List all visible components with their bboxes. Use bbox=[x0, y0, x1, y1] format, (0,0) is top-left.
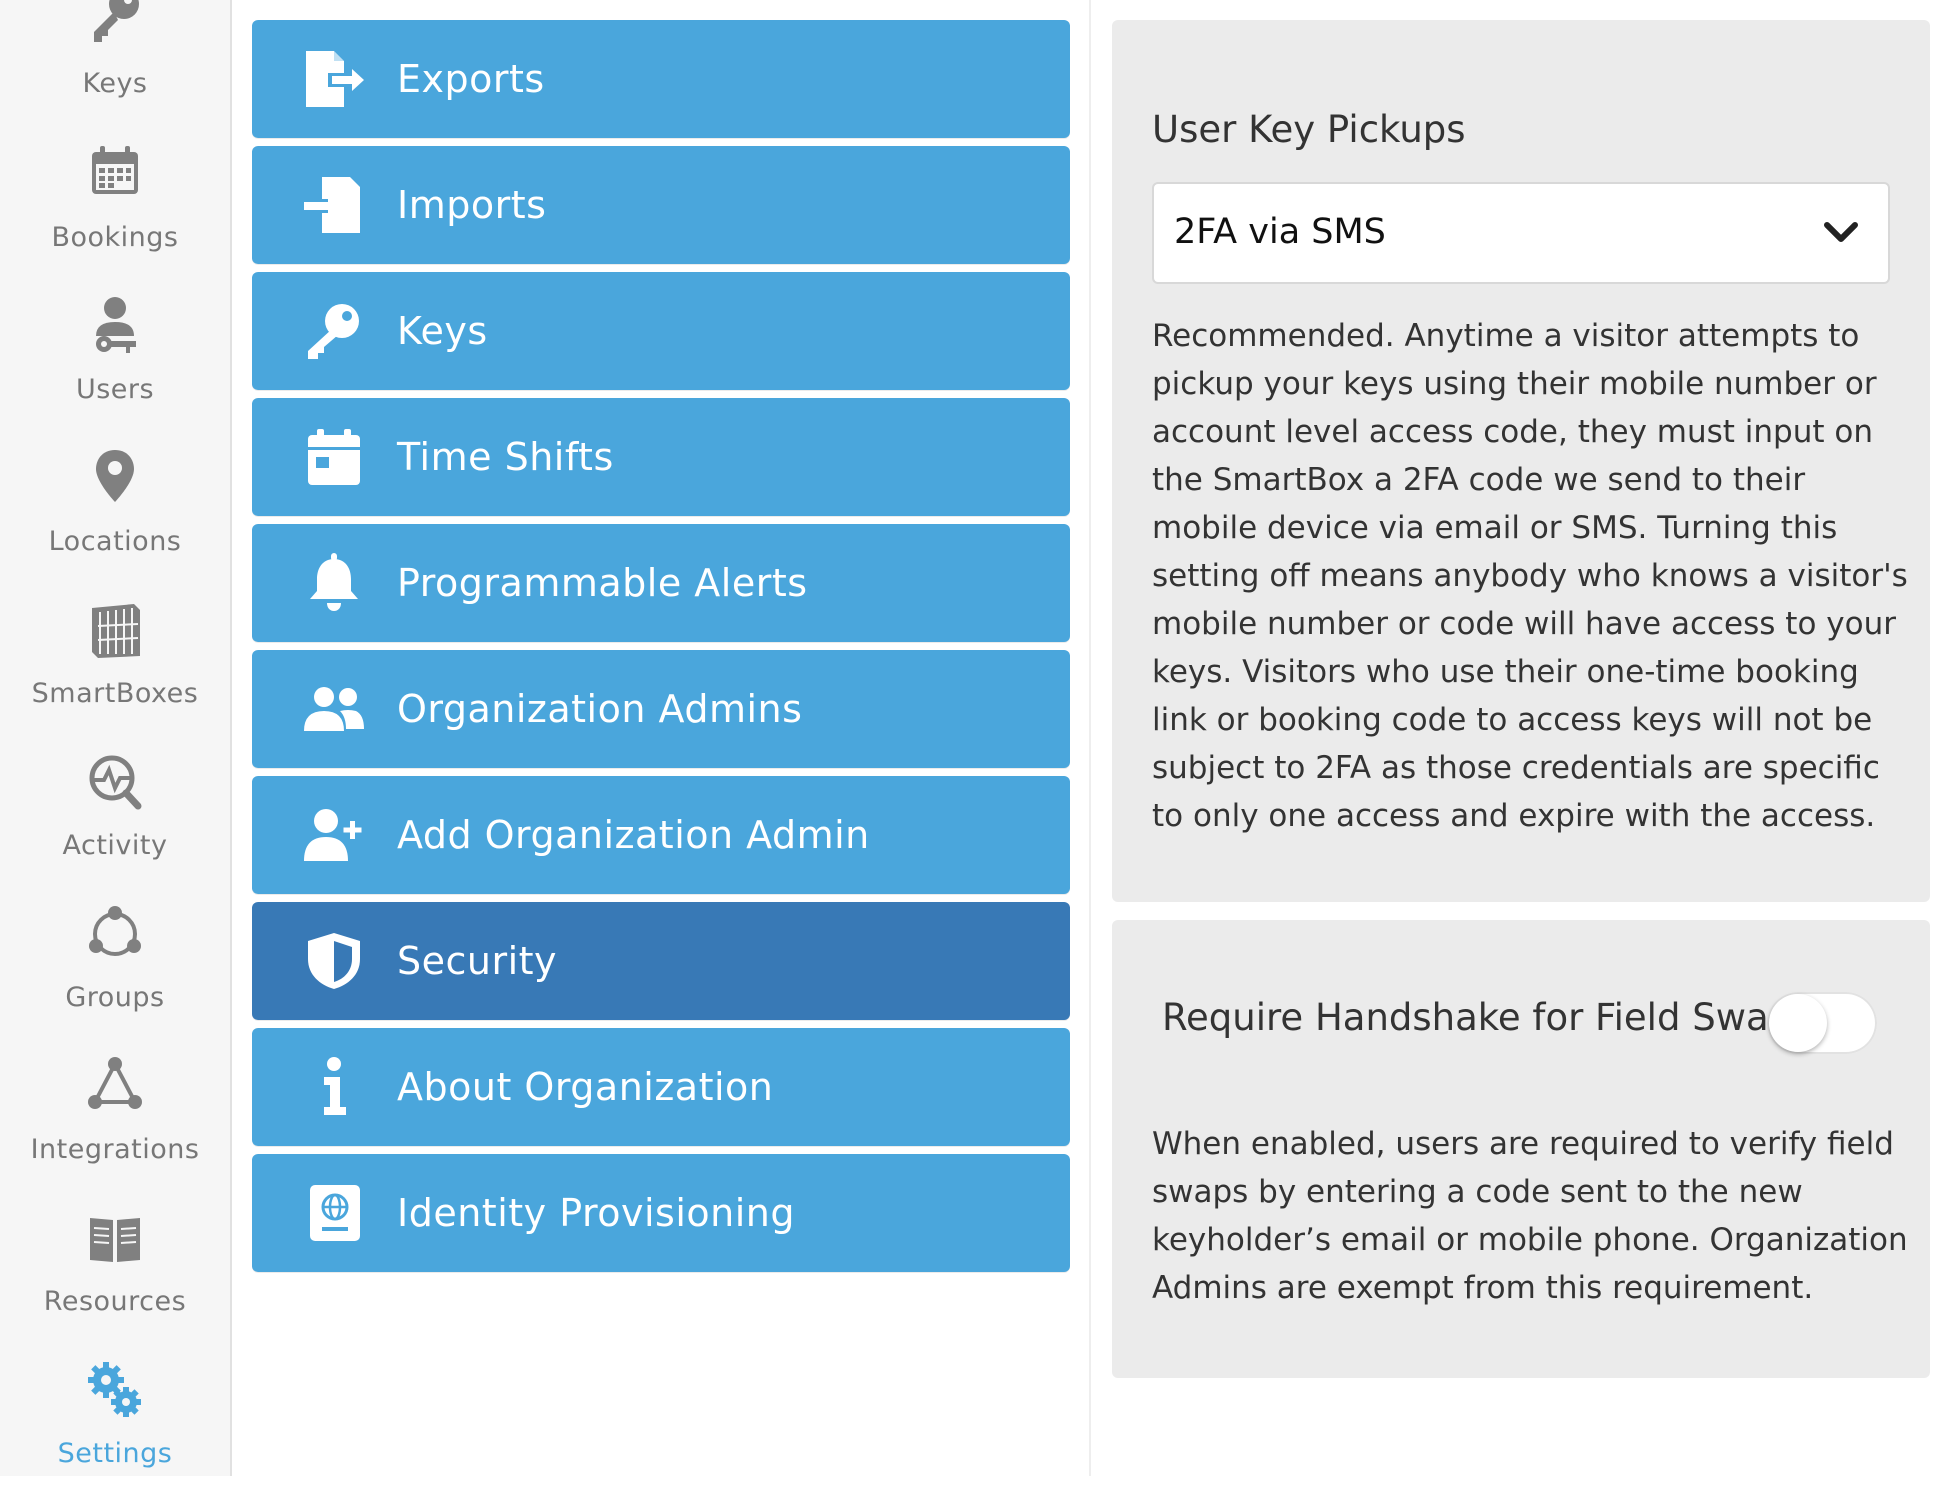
menu-item-time-shifts[interactable]: Time Shifts bbox=[252, 398, 1070, 516]
menu-item-imports[interactable]: Imports bbox=[252, 146, 1070, 264]
toggle-label: Require Handshake for Field Swap bbox=[1162, 996, 1793, 1039]
groups-icon bbox=[80, 900, 150, 970]
menu-label: Organization Admins bbox=[397, 687, 803, 731]
key-icon bbox=[80, 0, 150, 56]
nav-item-activity[interactable]: Activity bbox=[0, 748, 230, 888]
panel-title: User Key Pickups bbox=[1152, 108, 1466, 151]
book-icon bbox=[80, 1204, 150, 1274]
select-value: 2FA via SMS bbox=[1174, 212, 1386, 252]
menu-label: Imports bbox=[397, 183, 547, 227]
menu-label: Security bbox=[397, 939, 558, 983]
nav-item-smartboxes[interactable]: SmartBoxes bbox=[0, 596, 230, 736]
gears-icon bbox=[80, 1356, 150, 1426]
nav-item-locations[interactable]: Locations bbox=[0, 444, 230, 584]
column-divider bbox=[1089, 0, 1091, 1476]
nav-label: Bookings bbox=[51, 222, 179, 253]
menu-item-identity-provisioning[interactable]: Identity Provisioning bbox=[252, 1154, 1070, 1272]
user-key-icon bbox=[80, 292, 150, 362]
nav-label: Resources bbox=[43, 1286, 187, 1317]
activity-icon bbox=[80, 748, 150, 818]
user-key-pickups-panel: User Key Pickups 2FA via SMS Recommended… bbox=[1112, 20, 1930, 902]
bell-icon bbox=[302, 553, 366, 613]
nav-label: SmartBoxes bbox=[31, 678, 199, 709]
smartbox-icon bbox=[80, 596, 150, 666]
panel-description: When enabled, users are required to veri… bbox=[1152, 1126, 1908, 1306]
menu-label: Programmable Alerts bbox=[397, 561, 808, 605]
nav-item-keys[interactable]: Keys bbox=[0, 0, 230, 126]
handshake-toggle[interactable] bbox=[1767, 992, 1877, 1054]
export-icon bbox=[302, 49, 366, 109]
nav-label: Settings bbox=[57, 1438, 173, 1469]
passport-icon bbox=[302, 1183, 366, 1243]
users-icon bbox=[302, 679, 366, 739]
menu-item-programmable-alerts[interactable]: Programmable Alerts bbox=[252, 524, 1070, 642]
import-icon bbox=[302, 175, 366, 235]
map-pin-icon bbox=[80, 444, 150, 514]
calendar-icon bbox=[80, 140, 150, 210]
chevron-down-icon bbox=[1822, 216, 1860, 248]
calendar-icon bbox=[302, 427, 366, 487]
menu-label: About Organization bbox=[397, 1065, 774, 1109]
nav-item-resources[interactable]: Resources bbox=[0, 1204, 230, 1344]
nav-label: Groups bbox=[65, 982, 165, 1013]
info-icon bbox=[302, 1057, 366, 1117]
panel-description: Recommended. Anytime a visitor attempts … bbox=[1152, 318, 1908, 834]
menu-label: Identity Provisioning bbox=[397, 1191, 795, 1235]
nav-item-integrations[interactable]: Integrations bbox=[0, 1052, 230, 1192]
pickup-mode-select[interactable]: 2FA via SMS bbox=[1152, 182, 1890, 284]
nav-item-groups[interactable]: Groups bbox=[0, 900, 230, 1040]
nav-label: Keys bbox=[82, 68, 148, 99]
menu-item-exports[interactable]: Exports bbox=[252, 20, 1070, 138]
menu-item-keys[interactable]: Keys bbox=[252, 272, 1070, 390]
nav-label: Users bbox=[75, 374, 155, 405]
menu-label: Add Organization Admin bbox=[397, 813, 870, 857]
toggle-knob bbox=[1769, 994, 1827, 1052]
key-icon bbox=[302, 301, 366, 361]
nav-item-users[interactable]: Users bbox=[0, 292, 230, 432]
shield-icon bbox=[302, 931, 366, 991]
sidebar-nav: Keys Bookings Users Locations SmartBoxes… bbox=[0, 0, 232, 1476]
menu-item-add-organization-admin[interactable]: Add Organization Admin bbox=[252, 776, 1070, 894]
nav-label: Activity bbox=[62, 830, 168, 861]
nav-item-settings[interactable]: Settings bbox=[0, 1356, 230, 1496]
user-plus-icon bbox=[302, 805, 366, 865]
handshake-panel: Require Handshake for Field Swap When en… bbox=[1112, 920, 1930, 1378]
menu-item-organization-admins[interactable]: Organization Admins bbox=[252, 650, 1070, 768]
menu-item-security[interactable]: Security bbox=[252, 902, 1070, 1020]
menu-label: Exports bbox=[397, 57, 545, 101]
menu-label: Keys bbox=[397, 309, 488, 353]
nav-label: Integrations bbox=[30, 1134, 200, 1165]
nav-item-bookings[interactable]: Bookings bbox=[0, 140, 230, 280]
menu-item-about-organization[interactable]: About Organization bbox=[252, 1028, 1070, 1146]
menu-label: Time Shifts bbox=[397, 435, 614, 479]
integrations-icon bbox=[80, 1052, 150, 1122]
nav-label: Locations bbox=[48, 526, 182, 557]
